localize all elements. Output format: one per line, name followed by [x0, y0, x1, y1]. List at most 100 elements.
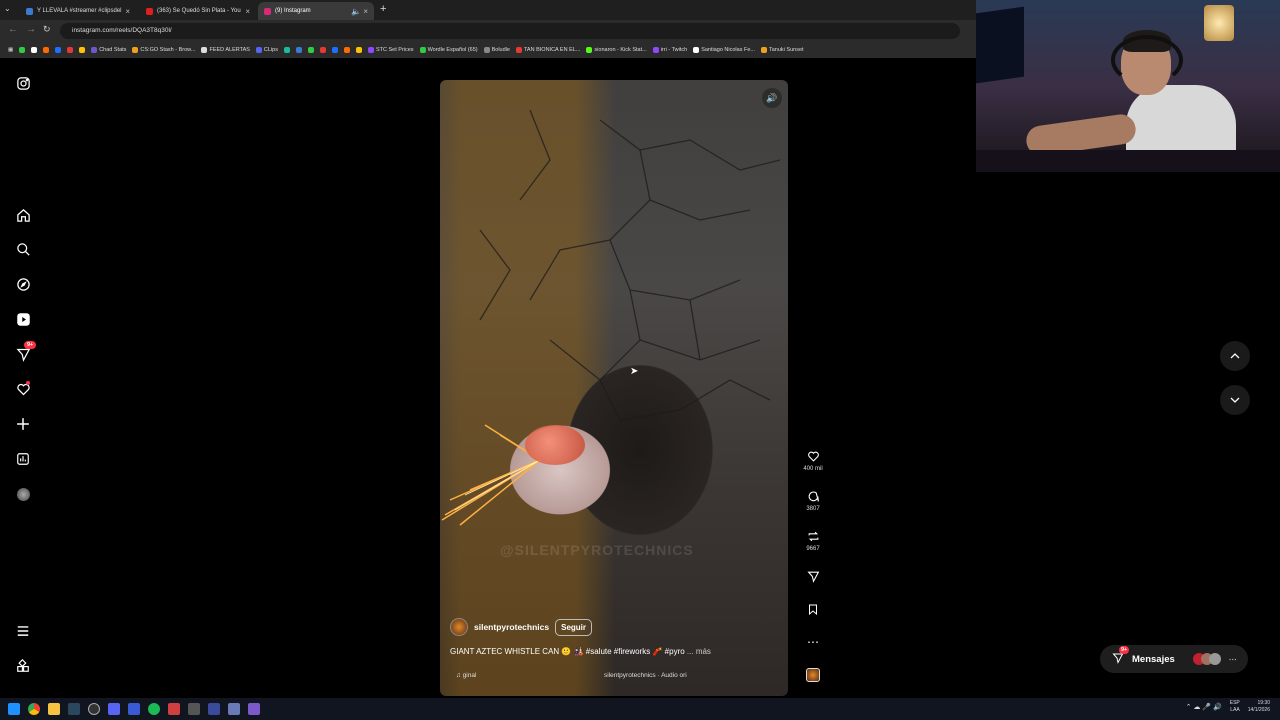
- windows-taskbar: [0, 698, 1280, 720]
- tab-instagram[interactable]: (9) Instagram 🔈 ×: [258, 2, 374, 20]
- app-icon[interactable]: [228, 703, 240, 715]
- share-icon[interactable]: [800, 570, 826, 586]
- app-icon[interactable]: [208, 703, 220, 715]
- system-tray[interactable]: ⌃ ☁ 🎤 🔊 ESP LAA 19:30 14/1/2026: [1186, 700, 1270, 714]
- repost-action[interactable]: 9667: [800, 530, 826, 552]
- steam-icon[interactable]: [68, 703, 80, 715]
- bookmark-icon[interactable]: [31, 47, 38, 53]
- close-icon[interactable]: ×: [245, 7, 250, 16]
- tray-icons[interactable]: ⌃ ☁ 🎤 🔊: [1186, 704, 1222, 711]
- bookmark-icon[interactable]: [355, 47, 362, 53]
- messages-button[interactable]: 9+ Mensajes ⋯: [1100, 645, 1248, 673]
- forward-icon[interactable]: →: [26, 24, 36, 35]
- previous-reel-button[interactable]: [1220, 341, 1250, 371]
- close-icon[interactable]: ×: [125, 7, 130, 16]
- bookmark-icon[interactable]: [295, 47, 302, 53]
- language-indicator[interactable]: ESP LAA: [1230, 700, 1240, 714]
- heart-icon[interactable]: [800, 450, 826, 466]
- reel-video[interactable]: 🔊 @SILENTPYROTECHNICS ➤: [440, 80, 788, 696]
- file-explorer-icon[interactable]: [48, 703, 60, 715]
- new-tab-button[interactable]: +: [380, 3, 386, 15]
- bookmark-apps-icon[interactable]: ▦: [8, 47, 13, 53]
- follow-button[interactable]: Seguir: [555, 618, 593, 636]
- app-icon[interactable]: [248, 703, 260, 715]
- create-plus-icon[interactable]: [12, 413, 34, 435]
- tab-clips[interactable]: Y LLEVALA #streamer #clipsdel ×: [20, 2, 136, 20]
- bookmark-icon[interactable]: [319, 47, 326, 53]
- bookmark-icon[interactable]: [19, 47, 26, 53]
- home-icon[interactable]: [12, 204, 34, 226]
- bookmark-icon[interactable]: [331, 47, 338, 53]
- bookmark-item[interactable]: STC Set Prices: [367, 47, 414, 53]
- bookmark-label: Tanuki Sunset: [769, 47, 804, 53]
- bookmark-icon[interactable]: [67, 47, 74, 53]
- instagram-logo-icon[interactable]: [12, 72, 34, 94]
- bookmark-item[interactable]: Santiago Nicolas Fe...: [693, 47, 755, 53]
- audio-row[interactable]: ♫ ginal silentpyrotechnics · Audio ori: [456, 672, 776, 679]
- bookmark-icon[interactable]: [55, 47, 62, 53]
- explore-icon[interactable]: [12, 273, 34, 295]
- comment-icon[interactable]: [800, 490, 826, 506]
- like-action[interactable]: 400 mil: [800, 450, 826, 472]
- bookmark-item[interactable]: TAN BIONICA EN EL...: [515, 47, 580, 53]
- obs-icon[interactable]: [88, 703, 100, 715]
- back-icon[interactable]: ←: [8, 24, 18, 35]
- search-icon[interactable]: [12, 238, 34, 260]
- bookmark-item[interactable]: sionaron - Kick Stat...: [586, 47, 647, 53]
- menu-icon[interactable]: [12, 620, 34, 642]
- more-apps-icon[interactable]: [12, 655, 34, 677]
- more-options-icon[interactable]: ⋯: [800, 635, 826, 649]
- author-avatar[interactable]: [450, 618, 468, 636]
- app-icon[interactable]: [168, 703, 180, 715]
- dashboard-icon[interactable]: [12, 448, 34, 470]
- audio-thumbnail[interactable]: [800, 668, 826, 682]
- notification-dot: [26, 381, 30, 385]
- more-link[interactable]: ... más: [687, 647, 711, 656]
- bookmark-item[interactable]: Wordle Español (65): [419, 47, 478, 53]
- share-action[interactable]: [800, 570, 826, 586]
- bookmark-item[interactable]: Chad Stats: [91, 47, 126, 53]
- tab-label: (363) Se Quedó Sin Plata - You: [157, 8, 241, 14]
- bookmark-label: CS:GO Stash - Brow...: [140, 47, 196, 53]
- app-icon[interactable]: [128, 703, 140, 715]
- tab-youtube[interactable]: (363) Se Quedó Sin Plata - You ×: [140, 2, 256, 20]
- bookmark-item[interactable]: FEED ALERTAS: [201, 47, 250, 53]
- windows-start-icon[interactable]: [8, 703, 20, 715]
- bookmark-icon[interactable]: [283, 47, 290, 53]
- spotify-icon[interactable]: [148, 703, 160, 715]
- bookmark-item[interactable]: CLips: [255, 47, 278, 53]
- more-dots-icon: ⋯: [1228, 654, 1237, 664]
- bookmark-icon[interactable]: [343, 47, 350, 53]
- notifications-heart-icon[interactable]: [12, 378, 34, 400]
- repost-icon[interactable]: [800, 530, 826, 546]
- discord-icon[interactable]: [108, 703, 120, 715]
- tab-label: (9) Instagram: [275, 8, 311, 14]
- bookmark-item[interactable]: CS:GO Stash - Brow...: [132, 47, 195, 53]
- app-icon[interactable]: [188, 703, 200, 715]
- author-username[interactable]: silentpyrotechnics: [474, 622, 549, 632]
- bookmark-icon[interactable]: [307, 47, 314, 53]
- clock[interactable]: 19:30 14/1/2026: [1248, 700, 1270, 714]
- tab-label: Y LLEVALA #streamer #clipsdel: [37, 8, 122, 14]
- reels-icon[interactable]: [12, 308, 34, 330]
- bookmark-item[interactable]: Tanuki Sunset: [761, 47, 804, 53]
- bookmark-icon[interactable]: [800, 603, 826, 619]
- bookmark-icon[interactable]: [43, 47, 50, 53]
- bookmark-label: STC Set Prices: [375, 47, 414, 53]
- tab-favicon: [26, 7, 33, 15]
- mute-icon[interactable]: 🔊: [762, 88, 782, 108]
- address-bar[interactable]: instagram.com/reels/DQA3T8q30l/: [60, 23, 960, 39]
- bookmark-item[interactable]: Boludle: [483, 47, 510, 53]
- tab-list-chevron-icon[interactable]: ⌄: [4, 4, 11, 13]
- browser-tab-bar: ⌄ Y LLEVALA #streamer #clipsdel × (363) …: [0, 0, 976, 20]
- chrome-icon[interactable]: [28, 703, 40, 715]
- close-icon[interactable]: 🔈 ×: [351, 7, 368, 16]
- profile-avatar[interactable]: [12, 483, 34, 505]
- next-reel-button[interactable]: [1220, 385, 1250, 415]
- messages-icon[interactable]: 9+: [12, 341, 37, 365]
- comment-action[interactable]: 3807: [800, 490, 826, 512]
- bookmark-item[interactable]: irri - Twitch: [652, 47, 687, 53]
- reload-icon[interactable]: ↻: [43, 24, 51, 35]
- bookmark-icon[interactable]: [79, 47, 86, 53]
- save-action[interactable]: [800, 603, 826, 619]
